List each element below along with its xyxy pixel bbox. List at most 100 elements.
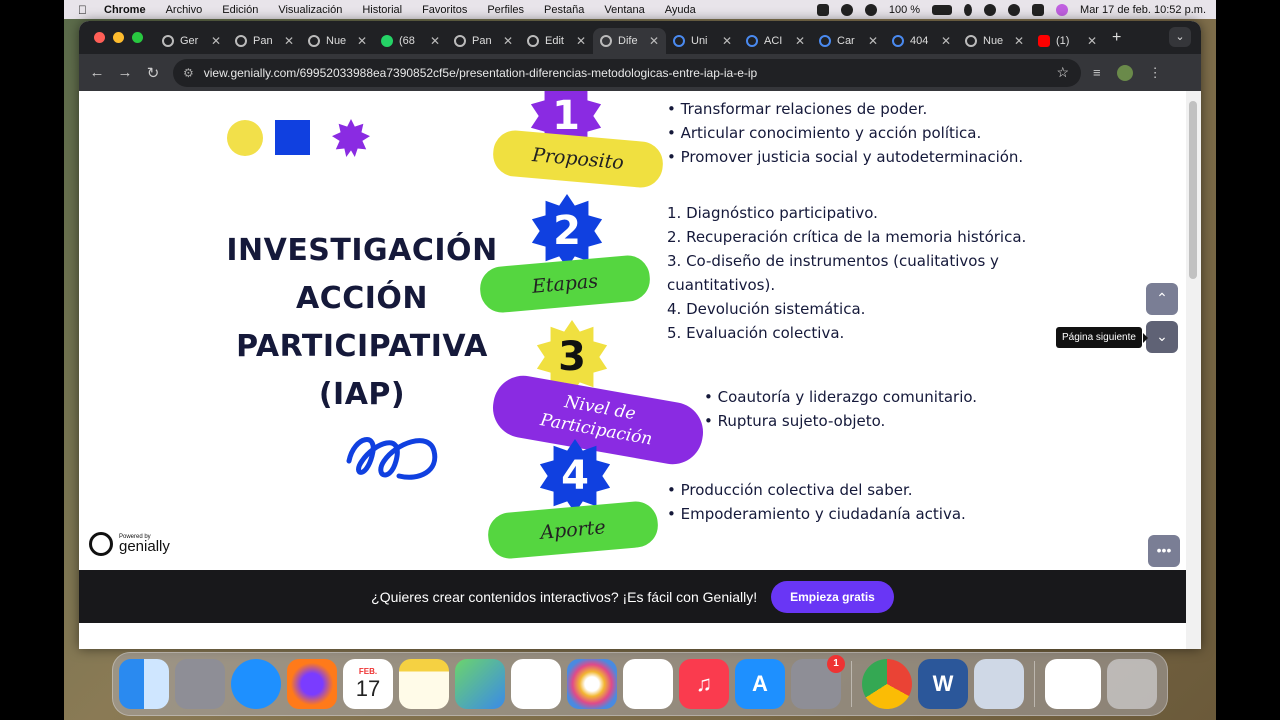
launchpad-icon[interactable] — [175, 659, 225, 709]
close-tab-icon[interactable]: ✕ — [941, 34, 951, 48]
menu-ventana[interactable]: Ventana — [604, 4, 644, 16]
close-tab-icon[interactable]: ✕ — [649, 34, 659, 48]
new-tab-button[interactable]: + — [1112, 29, 1121, 47]
chrome-icon[interactable] — [862, 659, 912, 709]
safari-icon[interactable] — [231, 659, 281, 709]
clock[interactable]: Mar 17 de feb. 10:52 p.m. — [1080, 4, 1206, 16]
close-tab-icon[interactable]: ✕ — [284, 34, 294, 48]
close-tab-icon[interactable]: ✕ — [357, 34, 367, 48]
menu-archivo[interactable]: Archivo — [166, 4, 203, 16]
music-icon[interactable]: ♫ — [679, 659, 729, 709]
url-text[interactable]: view.genially.com/69952033988ea7390852cf… — [204, 66, 757, 80]
firefox-icon[interactable] — [287, 659, 337, 709]
close-window-button[interactable] — [94, 32, 105, 43]
step-item: 1. Diagnóstico participativo. — [667, 204, 878, 222]
close-tab-icon[interactable]: ✕ — [211, 34, 221, 48]
bluetooth-icon[interactable] — [964, 3, 973, 16]
browser-tab[interactable]: Pan ✕ — [447, 28, 520, 54]
promo-text: ¿Quieres crear contenidos interactivos? … — [371, 588, 758, 605]
battery-icon[interactable] — [932, 4, 953, 15]
word-icon[interactable]: W — [918, 659, 968, 709]
finder-icon[interactable] — [119, 659, 169, 709]
start-free-button[interactable]: Empieza gratis — [771, 580, 894, 613]
address-bar[interactable]: ⚙ view.genially.com/69952033988ea7390852… — [173, 58, 1081, 87]
browser-tab[interactable]: Ger ✕ — [155, 28, 228, 54]
tab-title: (68 — [399, 34, 415, 47]
apple-icon[interactable]:  — [78, 3, 92, 17]
tab-search-button[interactable]: ⌄ — [1169, 27, 1191, 47]
wifi-icon[interactable] — [984, 3, 997, 16]
app-store-icon[interactable]: A — [735, 659, 785, 709]
battery-percent: 100 % — [888, 3, 921, 16]
maps-icon[interactable] — [455, 659, 505, 709]
close-tab-icon[interactable]: ✕ — [430, 34, 440, 48]
close-tab-icon[interactable]: ✕ — [1087, 34, 1097, 48]
menu-favoritos[interactable]: Favoritos — [422, 4, 467, 16]
close-tab-icon[interactable]: ✕ — [1014, 34, 1024, 48]
zoom-window-button[interactable] — [132, 32, 143, 43]
reminders-icon[interactable] — [511, 659, 561, 709]
audio-icon[interactable] — [840, 3, 853, 16]
bookmark-star-icon[interactable]: ☆ — [1056, 64, 1069, 81]
menu-historial[interactable]: Historial — [362, 4, 402, 16]
genially-slide: INVESTIGACIÓN ACCIÓN PARTICIPATIVA (IAP)… — [79, 91, 1186, 570]
preview-icon[interactable] — [974, 659, 1024, 709]
previous-page-button[interactable]: ⌃ — [1146, 283, 1178, 315]
menu-visualizacion[interactable]: Visualización — [278, 4, 342, 16]
page-viewport: INVESTIGACIÓN ACCIÓN PARTICIPATIVA (IAP)… — [79, 91, 1201, 649]
search-icon[interactable] — [1008, 3, 1021, 16]
notes-icon[interactable] — [399, 659, 449, 709]
numbers-icon[interactable] — [623, 659, 673, 709]
browser-tab[interactable]: 404 ✕ — [885, 28, 958, 54]
more-options-button[interactable]: ••• — [1148, 535, 1180, 567]
close-tab-icon[interactable]: ✕ — [576, 34, 586, 48]
menu-pestana[interactable]: Pestaña — [544, 4, 584, 16]
browser-tab[interactable]: (1) ✕ — [1031, 28, 1104, 54]
siri-icon[interactable] — [1056, 3, 1069, 16]
play-icon[interactable] — [864, 3, 877, 16]
menu-ayuda[interactable]: Ayuda — [665, 4, 696, 16]
step-2-label: Etapas — [531, 270, 599, 298]
browser-tab[interactable]: (68 ✕ — [374, 28, 447, 54]
profile-avatar[interactable] — [1116, 64, 1133, 81]
reload-icon[interactable]: ↻ — [139, 64, 167, 82]
powered-by-genially[interactable]: Powered by genially — [89, 532, 170, 556]
next-page-button[interactable]: ⌄ — [1146, 321, 1178, 353]
record-icon[interactable] — [816, 3, 829, 16]
site-info-icon[interactable]: ⚙ — [183, 66, 194, 80]
control-center-icon[interactable] — [1032, 3, 1045, 16]
browser-tab[interactable]: Nue ✕ — [958, 28, 1031, 54]
back-arrow-icon[interactable]: ← — [83, 64, 111, 81]
menu-perfiles[interactable]: Perfiles — [487, 4, 524, 16]
menu-edicion[interactable]: Edición — [222, 4, 258, 16]
browser-tab[interactable]: ACI ✕ — [739, 28, 812, 54]
browser-tab[interactable]: Uni ✕ — [666, 28, 739, 54]
menu-app[interactable]: Chrome — [104, 4, 146, 16]
document-thumbnail[interactable] — [1045, 659, 1101, 709]
browser-tab[interactable]: Car ✕ — [812, 28, 885, 54]
close-tab-icon[interactable]: ✕ — [795, 34, 805, 48]
media-control-icon[interactable]: ≡ — [1093, 65, 1101, 80]
close-tab-icon[interactable]: ✕ — [722, 34, 732, 48]
minimize-window-button[interactable] — [113, 32, 124, 43]
genially-icon — [600, 34, 612, 47]
step-item: 4. Devolución sistemática. — [667, 300, 866, 318]
system-settings-icon[interactable]: 1 — [791, 655, 845, 709]
browser-tab[interactable]: Edit ✕ — [520, 28, 593, 54]
browser-tab-active[interactable]: Dife ✕ — [593, 27, 666, 54]
browser-tab[interactable]: Pan ✕ — [228, 28, 301, 54]
tab-title: Nue — [326, 34, 347, 47]
browser-tab[interactable]: Nue ✕ — [301, 28, 374, 54]
forward-arrow-icon[interactable]: → — [111, 64, 139, 81]
scrollbar-thumb[interactable] — [1189, 101, 1197, 279]
chevron-up-icon: ⌃ — [1156, 290, 1168, 306]
step-item: • Empoderamiento y ciudadanía activa. — [667, 505, 966, 523]
close-tab-icon[interactable]: ✕ — [503, 34, 513, 48]
trash-icon[interactable] — [1107, 659, 1157, 709]
chrome-menu-icon[interactable]: ⋮ — [1149, 65, 1162, 81]
calendar-icon[interactable]: FEB. 17 — [343, 659, 393, 709]
close-tab-icon[interactable]: ✕ — [868, 34, 878, 48]
page-scrollbar[interactable] — [1186, 91, 1201, 649]
photos-icon[interactable] — [567, 659, 617, 709]
step-4-label-pill: Aporte — [486, 499, 660, 561]
